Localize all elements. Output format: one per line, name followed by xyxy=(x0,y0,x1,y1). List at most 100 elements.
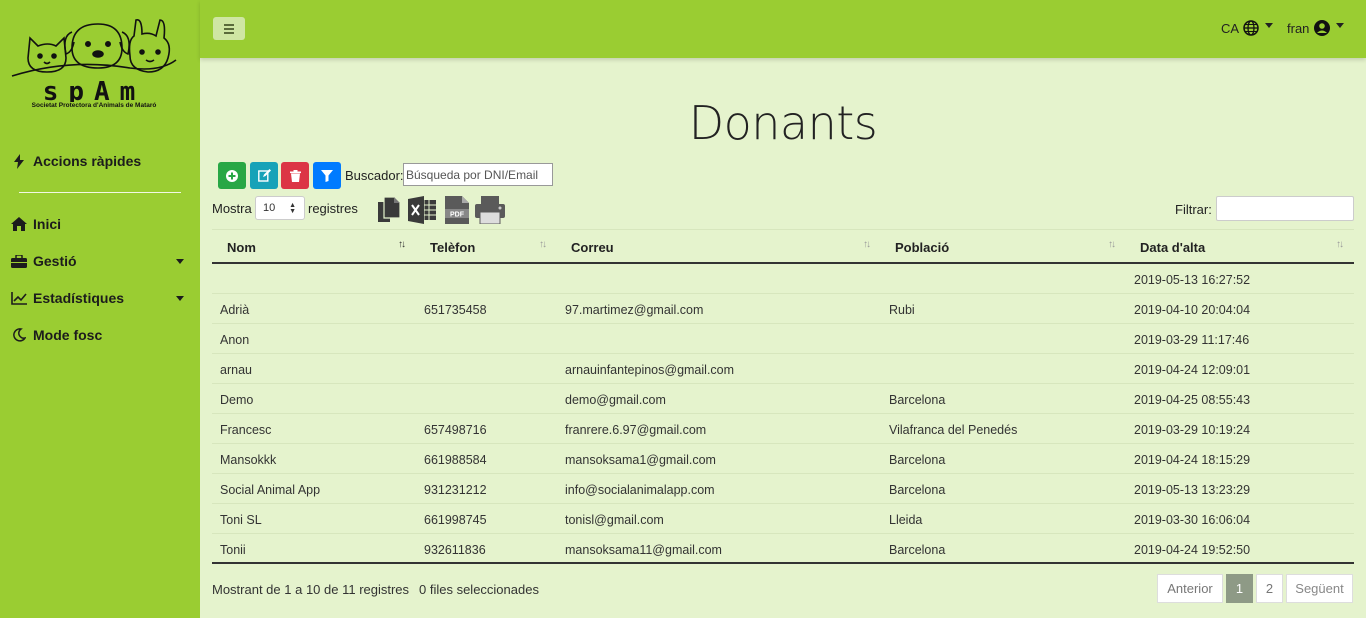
cell-poblacio: Barcelona xyxy=(889,453,946,467)
select-arrows-icon: ▲ ▼ xyxy=(289,202,296,215)
cell-correu: 97.martimez@gmail.com xyxy=(565,303,704,317)
pagination-next[interactable]: Següent xyxy=(1286,574,1353,603)
table-row[interactable]: Francesc 657498716 franrere.6.97@gmail.com… xyxy=(212,414,1354,444)
column-header-data-alta[interactable]: Data d'alta xyxy=(1140,240,1205,255)
cell-poblacio: Barcelona xyxy=(889,393,946,407)
edit-button[interactable] xyxy=(250,162,278,189)
menu-toggle-button[interactable] xyxy=(213,17,245,40)
bolt-icon xyxy=(10,153,28,169)
table-row[interactable]: 2019-05-13 16:27:52 xyxy=(212,264,1354,294)
trash-icon xyxy=(289,169,301,182)
filter-button[interactable] xyxy=(313,162,341,189)
excel-icon xyxy=(408,196,436,224)
language-label: CA xyxy=(1221,20,1240,36)
cell-telefon: 661988584 xyxy=(424,453,487,467)
sidebar-item-gestio[interactable]: Gestió xyxy=(10,250,188,272)
table-row[interactable]: Social Animal App 931231212 info@socialani… xyxy=(212,474,1354,504)
language-dropdown[interactable]: CA xyxy=(1221,20,1274,36)
page-length-value: 10 xyxy=(263,202,276,214)
sidebar-item-label: Gestió xyxy=(33,253,77,269)
cell-correu: mansoksama1@gmail.com xyxy=(565,453,716,467)
table-row[interactable]: Anon 2019-03-29 11:17:46 xyxy=(212,324,1354,354)
copy-button[interactable] xyxy=(376,196,402,227)
cell-data-alta: 2019-03-30 16:06:04 xyxy=(1134,513,1251,527)
cell-telefon: 661998745 xyxy=(424,513,487,527)
chevron-down-icon xyxy=(176,259,184,264)
pagination-page-1[interactable]: 1 xyxy=(1226,574,1253,603)
table-row[interactable]: Toni SL 661998745 tonisl@gmail.com Lleida 20… xyxy=(212,504,1354,534)
plus-circle-icon xyxy=(226,169,238,182)
table-row[interactable]: Mansokkk 661988584 mansoksama1@gmail.com Ba… xyxy=(212,444,1354,474)
cell-nom: Mansokkk xyxy=(220,453,277,467)
table-row[interactable]: Adrià 651735458 97.martimez@gmail.com Rubi 2… xyxy=(212,294,1354,324)
cell-data-alta: 2019-04-24 18:15:29 xyxy=(1134,453,1251,467)
excel-export-button[interactable] xyxy=(408,196,438,227)
cell-nom: arnau xyxy=(220,363,252,377)
sidebar-item-mode-fosc[interactable]: Mode fosc xyxy=(10,324,188,346)
briefcase-icon xyxy=(10,253,28,269)
user-name: fran xyxy=(1287,20,1310,36)
search-label: Buscador: xyxy=(345,168,404,183)
sort-icon: ↑↓ xyxy=(539,239,547,250)
filter-label: Filtrar: xyxy=(1175,202,1212,217)
cell-poblacio: Rubi xyxy=(889,303,915,317)
cell-poblacio: Barcelona xyxy=(889,483,946,497)
logo-wordmark: spAm xyxy=(43,77,146,102)
cell-nom: Demo xyxy=(220,393,254,407)
filter-input[interactable] xyxy=(1216,196,1354,221)
cell-telefon: 932611836 xyxy=(424,543,486,557)
cell-nom: Adrià xyxy=(220,303,250,317)
add-button[interactable] xyxy=(218,162,246,189)
cell-data-alta: 2019-04-25 08:55:43 xyxy=(1134,393,1251,407)
cell-nom: Toni SL xyxy=(220,513,262,527)
cell-data-alta: 2019-04-24 12:09:01 xyxy=(1134,363,1251,377)
sidebar: spAm Societat Protectora d'Animals de Ma… xyxy=(0,0,200,618)
table-row[interactable]: Tonii 932611836 mansoksama11@gmail.com Barc… xyxy=(212,534,1354,564)
cell-data-alta: 2019-03-29 10:19:24 xyxy=(1134,423,1251,437)
sidebar-item-label: Mode fosc xyxy=(33,327,103,343)
sort-icon: ↑↓ xyxy=(863,239,871,250)
donors-table: Nom ↑↓ Telèfon ↑↓ Correu ↑↓ Població ↑↓ … xyxy=(212,229,1354,564)
sidebar-item-label: Inici xyxy=(33,216,62,232)
cell-data-alta: 2019-05-13 16:27:52 xyxy=(1134,273,1251,287)
cell-correu: demo@gmail.com xyxy=(565,393,666,407)
table-row[interactable]: arnau arnauinfantepinos@gmail.com 2019-04-… xyxy=(212,354,1354,384)
column-header-correu[interactable]: Correu xyxy=(571,240,614,255)
sort-icon: ↑↓ xyxy=(398,239,406,250)
sidebar-item-inici[interactable]: Inici xyxy=(10,213,188,235)
chevron-down-icon xyxy=(1265,22,1274,28)
column-header-nom[interactable]: Nom xyxy=(227,240,256,255)
pagination-previous[interactable]: Anterior xyxy=(1157,574,1223,603)
home-icon xyxy=(10,216,28,232)
search-input[interactable] xyxy=(403,163,553,186)
cell-telefon: 651735458 xyxy=(424,303,487,317)
pdf-icon: PDF xyxy=(445,196,469,224)
sidebar-divider xyxy=(19,192,181,193)
table-header: Nom ↑↓ Telèfon ↑↓ Correu ↑↓ Població ↑↓ … xyxy=(212,229,1354,264)
edit-icon xyxy=(257,169,271,182)
chevron-down-icon xyxy=(176,296,184,301)
column-header-poblacio[interactable]: Població xyxy=(895,240,949,255)
print-button[interactable] xyxy=(475,196,505,227)
column-header-telefon[interactable]: Telèfon xyxy=(430,240,475,255)
quick-actions-label: Accions ràpides xyxy=(33,153,142,169)
filter-icon xyxy=(321,169,333,182)
sidebar-item-estadistiques[interactable]: Estadístiques xyxy=(10,287,188,309)
delete-button[interactable] xyxy=(281,162,309,189)
user-dropdown[interactable]: fran xyxy=(1287,20,1345,36)
cell-poblacio: Vilafranca del Penedés xyxy=(889,423,1018,437)
selected-info: 0 files seleccionades xyxy=(419,582,539,597)
table-body: 2019-05-13 16:27:52 Adrià 651735458 97.mart… xyxy=(212,264,1354,564)
topbar: CA fran xyxy=(200,0,1366,58)
quick-actions[interactable]: Accions ràpides xyxy=(10,150,188,172)
page-length-select[interactable]: 10 ▲ ▼ xyxy=(255,196,305,220)
table-info: Mostrant de 1 a 10 de 11 registres xyxy=(212,582,410,597)
svg-text:PDF: PDF xyxy=(450,212,465,219)
cell-telefon: 657498716 xyxy=(424,423,487,437)
logo-subtitle: Societat Protectora d'Animals de Mataró xyxy=(31,102,157,109)
cell-correu: arnauinfantepinos@gmail.com xyxy=(565,363,735,377)
pdf-export-button[interactable]: PDF xyxy=(444,196,470,227)
table-row[interactable]: Demo demo@gmail.com Barcelona 2019-04-25 08… xyxy=(212,384,1354,414)
pagination-page-2[interactable]: 2 xyxy=(1256,574,1283,603)
logo: spAm Societat Protectora d'Animals de Ma… xyxy=(10,10,178,114)
